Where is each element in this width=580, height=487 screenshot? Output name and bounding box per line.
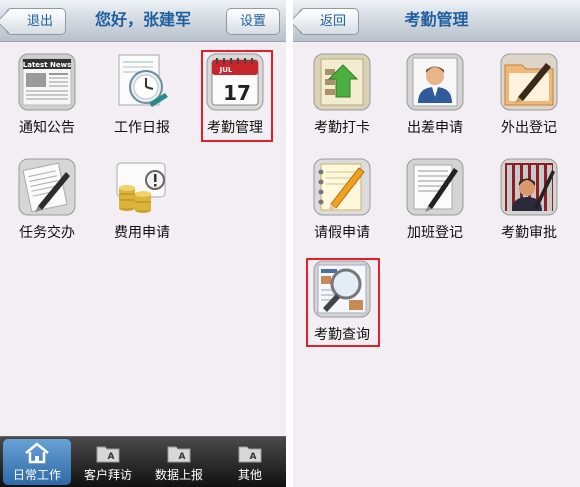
tab-customer-visit-label: 客户拜访 — [83, 468, 132, 482]
tab-other-label: 其他 — [237, 468, 262, 482]
app-leave-request[interactable]: 请假申请 — [297, 158, 387, 242]
svg-text:A: A — [179, 452, 186, 462]
app-outing-register-label: 外出登记 — [501, 120, 557, 136]
folder-pen-icon — [500, 53, 558, 111]
app-expense[interactable]: 费用申请 — [97, 158, 187, 242]
report-clock-icon — [113, 53, 171, 111]
svg-text:A: A — [108, 452, 115, 462]
app-expense-label: 费用申请 — [114, 225, 170, 241]
page-title: 考勤管理 — [404, 10, 469, 29]
header-bar: 退出 您好，张建军 设置 — [0, 0, 286, 42]
folder-a-icon: A — [237, 442, 263, 464]
main-menu-screen: 退出 您好，张建军 设置 Latest News 通知公告 工作日报 JUL 1… — [0, 0, 286, 487]
bottom-tab-bar: 日常工作 A 客户拜访 A 数据上报 A 其他 — [0, 436, 286, 487]
tab-data-report[interactable]: A 数据上报 — [145, 439, 213, 485]
person-icon — [406, 53, 464, 111]
clock-in-icon — [313, 53, 371, 111]
app-clock-in[interactable]: 考勤打卡 — [297, 53, 387, 137]
folder-a-icon: A — [166, 442, 192, 464]
highlight-box-query — [306, 258, 380, 347]
app-overtime-register[interactable]: 加班登记 — [390, 158, 480, 242]
app-attendance-approval-label: 考勤审批 — [501, 225, 557, 241]
header-bar: 返回 考勤管理 — [293, 0, 580, 42]
tab-daily-work[interactable]: 日常工作 — [3, 439, 71, 485]
svg-text:A: A — [250, 452, 257, 462]
app-task-assign[interactable]: 任务交办 — [2, 158, 92, 242]
highlight-box-attendance — [201, 50, 273, 142]
app-business-trip[interactable]: 出差申请 — [390, 53, 480, 137]
paper-pen-icon — [406, 158, 464, 216]
news-header-text: Latest News — [23, 61, 71, 69]
newspaper-icon: Latest News — [18, 53, 76, 111]
tab-data-report-label: 数据上报 — [154, 468, 203, 482]
attendance-screen: 返回 考勤管理 考勤打卡 出差申请 外出登记 请假申请 加班登记 考勤审批 考勤… — [293, 0, 580, 487]
coins-icon — [113, 158, 171, 216]
tab-daily-work-label: 日常工作 — [12, 468, 61, 482]
document-pen-icon — [18, 158, 76, 216]
app-daily-report[interactable]: 工作日报 — [97, 53, 187, 137]
notebook-pencil-icon — [313, 158, 371, 216]
folder-a-icon: A — [95, 442, 121, 464]
app-business-trip-label: 出差申请 — [407, 120, 463, 136]
settings-button[interactable]: 设置 — [226, 8, 280, 35]
app-notice[interactable]: Latest News 通知公告 — [2, 53, 92, 137]
tab-other[interactable]: A 其他 — [216, 439, 284, 485]
approver-icon — [500, 158, 558, 216]
app-attendance-approval[interactable]: 考勤审批 — [484, 158, 574, 242]
tab-customer-visit[interactable]: A 客户拜访 — [74, 439, 142, 485]
app-outing-register[interactable]: 外出登记 — [484, 53, 574, 137]
home-icon — [24, 442, 50, 464]
app-overtime-register-label: 加班登记 — [407, 225, 463, 241]
app-leave-request-label: 请假申请 — [314, 225, 370, 241]
app-clock-in-label: 考勤打卡 — [314, 120, 370, 136]
screen-divider — [286, 0, 293, 487]
app-task-assign-label: 任务交办 — [19, 225, 75, 241]
app-daily-report-label: 工作日报 — [114, 120, 170, 136]
app-notice-label: 通知公告 — [19, 120, 75, 136]
